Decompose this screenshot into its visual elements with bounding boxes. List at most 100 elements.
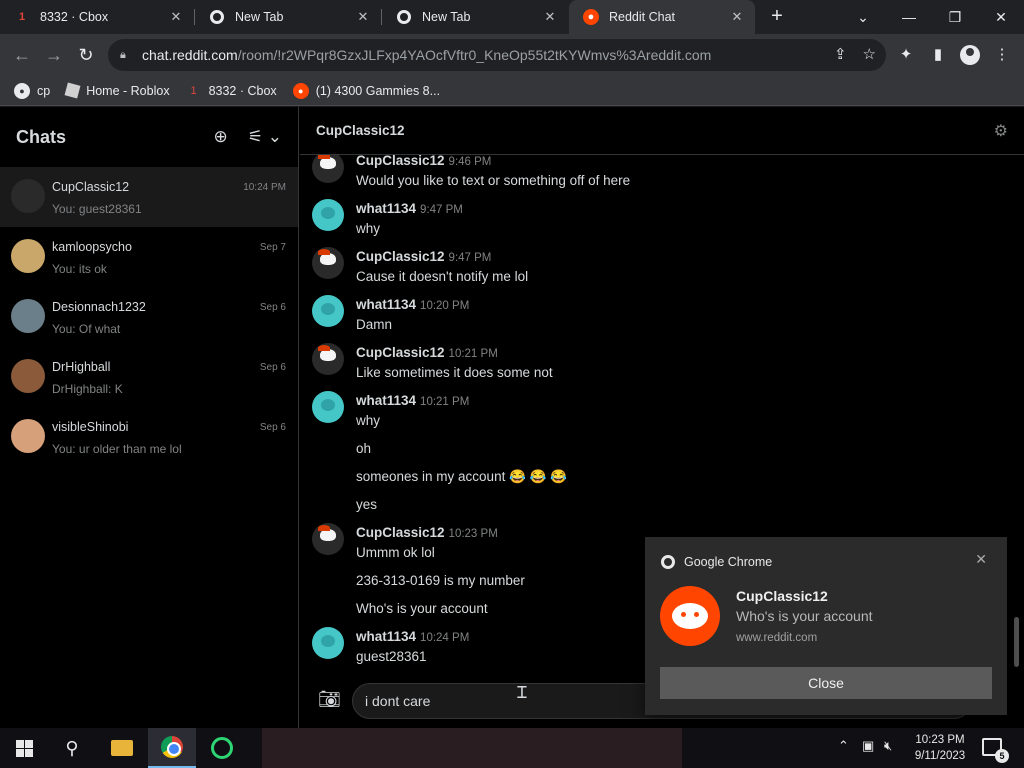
roblox-icon: [64, 82, 81, 99]
camera-icon[interactable]: 📷︎: [318, 689, 341, 710]
app-icon: [211, 737, 233, 759]
toast-url: www.reddit.com: [736, 632, 818, 644]
message-header: what1134 10:24 PM: [356, 629, 469, 644]
close-icon[interactable]: ✕: [975, 551, 987, 568]
chat-name: DrHighball: [52, 360, 111, 374]
bookmark-reddit[interactable]: ● (1) 4300 Gammies 8...: [292, 82, 441, 99]
toast-close-button[interactable]: Close: [660, 667, 992, 699]
filter-icon[interactable]: ⚟ ⌄: [248, 127, 282, 147]
chat-list-item[interactable]: Desionnach1232 You: Of what Sep 6: [0, 287, 298, 347]
bookmark-star-icon[interactable]: ☆: [863, 45, 876, 63]
chrome-icon: [161, 736, 183, 758]
chat-list-item[interactable]: DrHighball DrHighball: K Sep 6: [0, 347, 298, 407]
chat-time: Sep 6: [259, 422, 286, 433]
tab-new-tab[interactable]: New Tab ✕: [382, 0, 568, 34]
chrome-icon: [210, 10, 224, 24]
network-icon[interactable]: ▣: [862, 738, 874, 754]
tab-reddit-chat[interactable]: ● Reddit Chat ✕: [569, 0, 755, 34]
message-author[interactable]: what1134: [356, 393, 416, 408]
close-icon[interactable]: ✕: [355, 9, 371, 25]
bookmark-roblox[interactable]: Home - Roblox: [64, 82, 170, 99]
message-author[interactable]: CupClassic12: [356, 155, 445, 168]
volume-muted-icon[interactable]: 🔇︎: [884, 738, 892, 754]
windows-icon: [15, 739, 33, 757]
chrome-icon: [397, 10, 411, 24]
message-text: Who's is your account: [356, 601, 488, 616]
search-icon[interactable]: ⚲: [48, 728, 96, 768]
close-icon[interactable]: ✕: [729, 9, 745, 25]
gear-icon[interactable]: ⚙: [994, 121, 1008, 141]
toast-body: Who's is your account: [736, 608, 873, 624]
avatar[interactable]: [312, 295, 344, 327]
restore-button[interactable]: ❐: [932, 0, 978, 34]
lock-icon: 🔒︎: [120, 49, 126, 61]
avatar[interactable]: [312, 627, 344, 659]
message-time: 10:20 PM: [420, 300, 470, 312]
start-button[interactable]: [0, 728, 48, 768]
reddit-icon: ●: [583, 9, 599, 25]
back-button[interactable]: ←: [10, 43, 34, 67]
cbox-icon: 1: [190, 84, 197, 97]
avatar[interactable]: [312, 343, 344, 375]
file-explorer-button[interactable]: [98, 728, 146, 768]
avatar[interactable]: [312, 155, 344, 183]
profile-icon: [960, 45, 980, 65]
browser-toolbar: ← → ↻ 🔒︎ chat.reddit.com /room/!r2WPqr8G…: [0, 34, 1024, 76]
forward-button[interactable]: →: [42, 43, 66, 67]
bookmark-cp[interactable]: ● cp: [14, 82, 51, 99]
tab-cbox[interactable]: 1 8332 · Cbox ✕: [0, 0, 194, 34]
chat-time: Sep 7: [259, 242, 286, 253]
clock[interactable]: 10:23 PM 9/11/2023: [905, 732, 975, 764]
chat-list-item[interactable]: kamloopsycho You: its ok Sep 7: [0, 227, 298, 287]
message-header: what1134 10:21 PM: [356, 393, 469, 408]
avatar[interactable]: [312, 391, 344, 423]
side-panel-icon[interactable]: ▮: [926, 43, 950, 67]
chevron-up-icon[interactable]: ⌃: [838, 738, 849, 754]
tab-new-tab[interactable]: New Tab ✕: [195, 0, 381, 34]
avatar[interactable]: [312, 523, 344, 555]
app-taskbar-button[interactable]: [198, 728, 246, 768]
message-author[interactable]: what1134: [356, 297, 416, 312]
bookmark-label: (1) 4300 Gammies 8...: [315, 83, 441, 98]
roblox-icon: 1: [18, 11, 26, 23]
message-author[interactable]: CupClassic12: [356, 525, 445, 540]
toast-app-name: Google Chrome: [684, 555, 773, 569]
minimize-button[interactable]: —: [886, 0, 932, 34]
profile-button[interactable]: [958, 43, 982, 67]
chat-preview: DrHighball: K: [52, 382, 123, 396]
message-author[interactable]: what1134: [356, 629, 416, 644]
close-window-button[interactable]: ✕: [978, 0, 1024, 34]
avatar[interactable]: [312, 247, 344, 279]
bookmark-cbox[interactable]: 1 8332 · Cbox: [186, 83, 277, 99]
chat-list-item[interactable]: CupClassic12 You: guest28361 10:24 PM: [0, 167, 298, 227]
avatar[interactable]: [312, 199, 344, 231]
chrome-taskbar-button[interactable]: [148, 728, 196, 768]
share-icon[interactable]: ⇪: [834, 45, 847, 63]
message-time: 9:46 PM: [448, 156, 492, 168]
tab-search-icon[interactable]: ⌄: [840, 0, 886, 34]
message-author[interactable]: CupClassic12: [356, 345, 445, 360]
extensions-icon[interactable]: ✦: [894, 43, 918, 67]
message-time: 10:21 PM: [420, 396, 470, 408]
message-text: Ummm ok lol: [356, 545, 435, 560]
close-icon[interactable]: ✕: [542, 9, 558, 25]
scrollbar-thumb[interactable]: [1014, 617, 1019, 667]
address-bar[interactable]: 🔒︎ chat.reddit.com /room/!r2WPqr8GzxJLFx…: [108, 39, 886, 71]
bookmark-label: cp: [37, 83, 51, 98]
reload-button[interactable]: ↻: [74, 43, 98, 67]
new-tab-button[interactable]: +: [766, 5, 788, 27]
message-header: what1134 10:20 PM: [356, 297, 469, 312]
message-text: guest28361: [356, 649, 427, 664]
toast-app: Google Chrome: [661, 555, 772, 569]
chat-list-item[interactable]: visibleShinobi You: ur older than me lol S…: [0, 407, 298, 467]
message-text: Like sometimes it does some not: [356, 365, 553, 380]
chat-title: CupClassic12: [316, 123, 405, 138]
message-author[interactable]: what1134: [356, 201, 416, 216]
message-author[interactable]: CupClassic12: [356, 249, 445, 264]
menu-kebab-icon[interactable]: ⋮: [990, 43, 1014, 67]
message-time: 10:23 PM: [448, 528, 498, 540]
message-text: Would you like to text or something off …: [356, 173, 631, 188]
close-icon[interactable]: ✕: [168, 9, 184, 25]
bookmark-label: 8332 · Cbox: [208, 83, 277, 98]
new-chat-icon[interactable]: ⊕: [214, 127, 228, 147]
